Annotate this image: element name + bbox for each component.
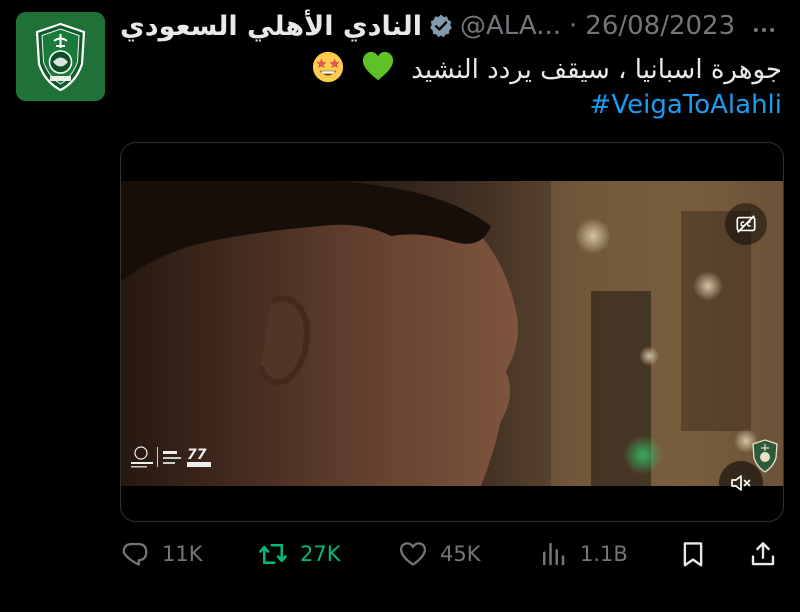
- mute-button[interactable]: [719, 461, 763, 505]
- closed-captions-icon: [736, 215, 756, 233]
- video-thumbnail: [121, 181, 783, 486]
- views-count: 1.1B: [580, 542, 628, 566]
- bookmark-button[interactable]: [678, 534, 708, 574]
- green-heart-emoji-icon: [362, 51, 394, 81]
- closed-captions-button[interactable]: [725, 203, 767, 245]
- retweet-button[interactable]: 27K: [258, 534, 341, 574]
- sponsor-logo: 77: [129, 443, 224, 471]
- reply-count: 11K: [162, 542, 203, 566]
- share-icon: [751, 542, 775, 566]
- reply-icon: [122, 542, 148, 566]
- svg-text:77: 77: [187, 447, 207, 463]
- action-bar: 11K 27K 45K 1.1B: [120, 534, 786, 574]
- star-struck-emoji-icon: [312, 51, 343, 83]
- views-chart-icon: [543, 542, 565, 566]
- tweet-date[interactable]: 26/08/2023: [585, 11, 735, 41]
- heart-icon: [400, 542, 426, 566]
- club-crest-icon: [16, 12, 105, 101]
- header-separator: ·: [569, 11, 578, 41]
- like-button[interactable]: 45K: [398, 534, 481, 574]
- author-name[interactable]: النادي الأهلي السعودي: [120, 11, 422, 42]
- retweet-icon: [259, 544, 287, 564]
- share-button[interactable]: [748, 534, 778, 574]
- tweet-body: جوهرة اسبانيا ، سيقف يردد النشيد: [411, 55, 782, 85]
- avatar[interactable]: [16, 12, 105, 101]
- like-count: 45K: [440, 542, 481, 566]
- verified-badge-icon: [430, 14, 452, 38]
- tweet-header: النادي الأهلي السعودي @ALA... · 26/08/20…: [120, 6, 785, 46]
- views-button[interactable]: 1.1B: [538, 534, 628, 574]
- reply-button[interactable]: 11K: [120, 534, 203, 574]
- author-handle[interactable]: @ALA...: [460, 11, 561, 41]
- video-frame[interactable]: 77: [121, 181, 783, 486]
- tweet-text: جوهرة اسبانيا ، سيقف يردد النشيد: [122, 50, 782, 89]
- muted-speaker-icon: [731, 475, 751, 491]
- more-options-icon[interactable]: [750, 16, 778, 50]
- bookmark-icon: [683, 542, 703, 567]
- hashtag-link[interactable]: #VeigaToAlahli: [590, 90, 782, 120]
- retweet-count: 27K: [300, 542, 341, 566]
- video-player[interactable]: 77: [120, 142, 784, 522]
